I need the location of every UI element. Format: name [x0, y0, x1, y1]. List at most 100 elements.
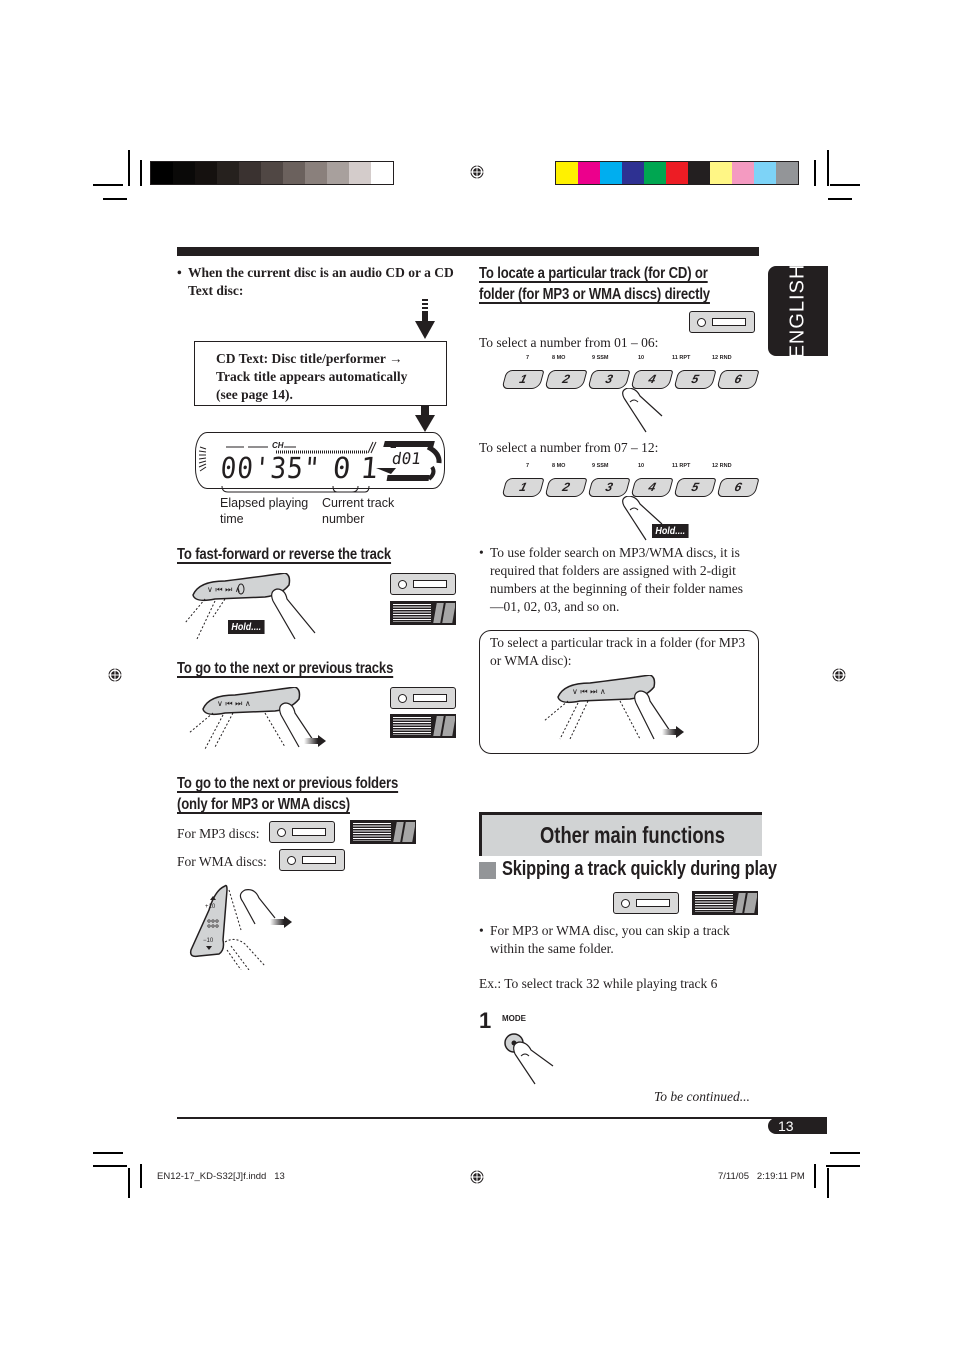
color-swatch: [754, 162, 776, 184]
mp3-discs-label: For MP3 discs:: [177, 826, 260, 841]
crop-mark: [128, 150, 130, 186]
preset-button-1[interactable]: 1: [501, 370, 545, 389]
header-rule: [177, 247, 759, 256]
cd-text-line2: Track title appears automatically: [216, 369, 408, 384]
crop-mark: [827, 1168, 829, 1198]
skip-note-text: For MP3 or WMA disc, you can skip a trac…: [490, 923, 730, 956]
label-track-line1: Current track: [322, 496, 395, 510]
faceplate-icon: [350, 820, 416, 844]
gray-swatch: [195, 162, 217, 184]
folder-track-text: To select a particular track in a folder…: [490, 635, 746, 668]
preset-top-label: 10: [638, 355, 645, 361]
cd-text-line1: CD Text: Disc title/performer →: [216, 351, 403, 366]
svg-text:∨ ⏮ ⏭ ∧: ∨ ⏮ ⏭ ∧: [207, 585, 241, 594]
square-bullet-icon: [479, 862, 496, 879]
right-arrow-icon: [662, 726, 684, 738]
step-number: 1: [479, 1008, 492, 1033]
crop-mark: [826, 1165, 860, 1167]
preset-button-6[interactable]: 6: [716, 370, 760, 389]
audio-cd-bullet: • When the current disc is an audio CD o…: [177, 264, 462, 300]
crop-mark: [827, 150, 829, 186]
color-swatch: [732, 162, 754, 184]
select-07-12-label: To select a number from 07 – 12:: [479, 440, 659, 455]
color-swatch: [600, 162, 622, 184]
disc-indicator: d01: [390, 449, 423, 468]
preset-button-3[interactable]: 3: [587, 478, 631, 497]
label-track-line2: number: [322, 512, 365, 526]
heading-fast-forward: To fast-forward or reverse the track: [177, 546, 391, 564]
page-number-tab: 13: [768, 1118, 827, 1134]
down-arrow-icon: [415, 406, 435, 432]
crop-mark: [93, 184, 123, 186]
crop-mark: [814, 160, 816, 186]
plus10-label: +10: [205, 904, 216, 910]
gray-swatch: [349, 162, 371, 184]
crop-mark: [814, 1164, 816, 1188]
gray-swatch: [217, 162, 239, 184]
faceplate-icon: [390, 601, 456, 625]
faceplate-icon: [692, 891, 758, 915]
heading-locate-line1: To locate a particular track (for CD) or: [479, 265, 708, 282]
cd-text-line3: (see page 14).: [216, 387, 293, 402]
language-tab: ENGLISH: [768, 263, 828, 359]
preset-button-6[interactable]: 6: [716, 478, 760, 497]
crop-mark: [830, 184, 860, 186]
preset-button-4[interactable]: 4: [630, 370, 674, 389]
preset-top-label: 11 RPT: [672, 463, 691, 469]
footer-timestamp: 7/11/05 2:19:11 PM: [718, 1171, 805, 1182]
preset-top-label: 10: [638, 463, 645, 469]
preset-top-label: 11 RPT: [672, 355, 691, 361]
language-label: ENGLISH: [786, 263, 809, 359]
gray-swatch: [261, 162, 283, 184]
svg-text:∨ ⏮ ⏭ ∧: ∨ ⏮ ⏭ ∧: [572, 687, 606, 696]
crop-mark: [93, 1152, 123, 1154]
gray-swatch: [283, 162, 305, 184]
preset-button-2[interactable]: 2: [544, 370, 588, 389]
example-text: Ex.: To select track 32 while playing tr…: [479, 976, 718, 991]
elapsed-time-readout: 00'35": [219, 451, 322, 485]
select-01-06-label: To select a number from 01 – 06:: [479, 335, 659, 350]
hold-label: Hold....: [228, 620, 265, 634]
skip-note: • For MP3 or WMA disc, you can skip a tr…: [479, 922, 754, 958]
color-swatch: [622, 162, 644, 184]
color-swatch: [688, 162, 710, 184]
preset-top-label: 9 SSM: [592, 355, 609, 361]
label-elapsed-line1: Elapsed playing: [220, 496, 309, 510]
preset-top-label: 12 RND: [712, 463, 732, 469]
crop-mark: [140, 1164, 142, 1188]
cd-text-box: CD Text: Disc title/performer → Track ti…: [194, 341, 447, 406]
grayscale-color-bar: [150, 161, 394, 185]
folder-search-note: • To use folder search on MP3/WMA discs,…: [479, 544, 754, 616]
faceplate-icon: [390, 714, 456, 738]
preset-button-5[interactable]: 5: [673, 478, 717, 497]
gray-swatch: [327, 162, 349, 184]
crop-mark: [140, 160, 142, 186]
crop-mark: [93, 1165, 127, 1167]
heading-skipping-track: Skipping a track quickly during play: [502, 858, 777, 881]
section-banner-other-functions: Other main functions: [479, 812, 762, 856]
preset-button-2[interactable]: 2: [544, 478, 588, 497]
hold-label: Hold....: [652, 524, 689, 538]
preset-button-1[interactable]: 1: [501, 478, 545, 497]
heading-next-prev-tracks-text: To go to the next or previous tracks: [177, 660, 394, 677]
preset-button-5[interactable]: 5: [673, 370, 717, 389]
preset-button-3[interactable]: 3: [587, 370, 631, 389]
finger-icon: [622, 388, 663, 433]
crop-mark: [128, 1168, 130, 1198]
unit-front-icon: [613, 892, 679, 914]
page-number: 13: [778, 1118, 794, 1134]
registration-mark-icon: [107, 667, 123, 683]
preset-top-label: 7: [526, 355, 530, 361]
heading-skipping-text: Skipping a track quickly during play: [502, 858, 777, 880]
crop-mark: [830, 1152, 860, 1154]
preset-button-4[interactable]: 4: [630, 478, 674, 497]
label-elapsed-line2: time: [220, 512, 244, 526]
heading-locate-line2: folder (for MP3 or WMA discs) directly: [479, 286, 710, 303]
color-swatch: [666, 162, 688, 184]
registration-mark-icon: [831, 667, 847, 683]
preset-top-labels: 7 8 MO 9 SSM 10 11 RPT 12 RND: [500, 355, 750, 363]
gray-swatch: [239, 162, 261, 184]
heading-next-prev-tracks: To go to the next or previous tracks: [177, 660, 393, 678]
preset-top-labels: 7 8 MO 9 SSM 10 11 RPT 12 RND: [500, 463, 750, 471]
color-swatch: [644, 162, 666, 184]
